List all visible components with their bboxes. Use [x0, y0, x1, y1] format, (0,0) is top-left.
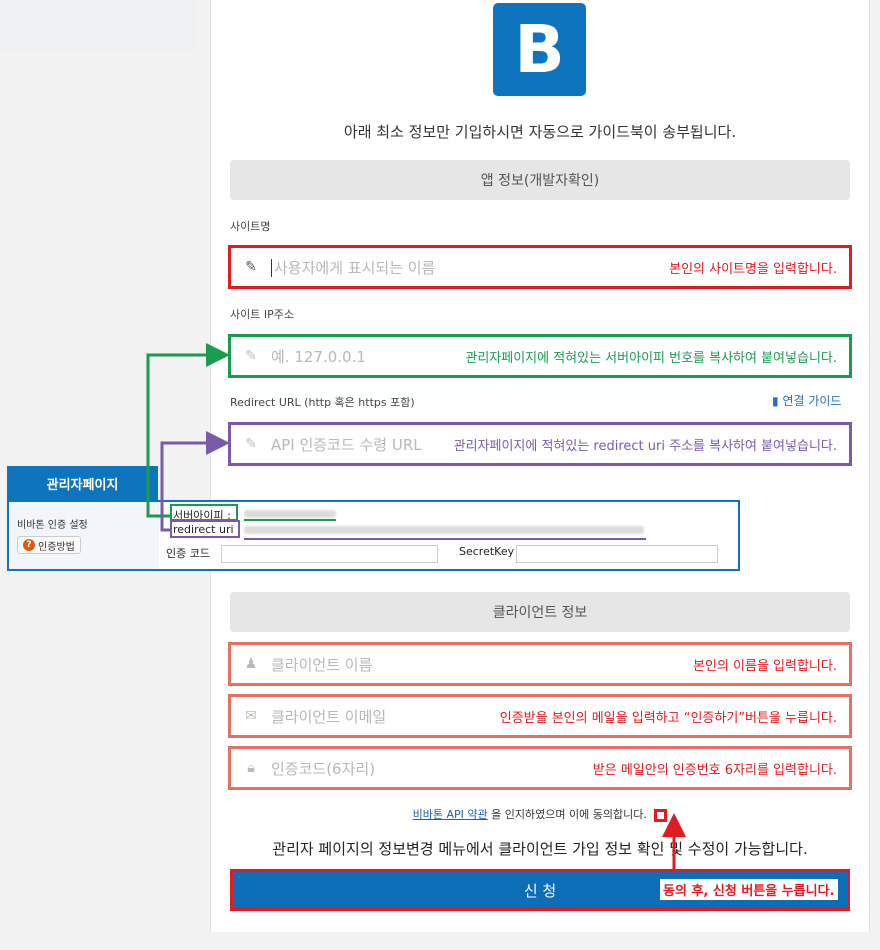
pencil-icon: ✎	[245, 436, 257, 452]
site-name-input[interactable]: ✎ 사용자에게 표시되는 이름 본인의 사이트명을 입력합니다.	[228, 245, 852, 289]
site-ip-annotation: 관리자페이지에 적혀있는 서버아이피 번호를 복사하여 붙여넣습니다.	[465, 350, 837, 366]
server-ip-value-blurred	[244, 510, 336, 518]
bottom-info-text: 관리자 페이지의 정보변경 메뉴에서 클라이언트 가입 정보 확인 및 수정이 …	[272, 840, 808, 858]
client-code-annotation: 받은 메일안의 인증번호 6자리를 입력합니다.	[592, 762, 837, 778]
secret-key-field[interactable]	[516, 545, 718, 563]
admin-sidebar: 비바톤 인증 설정 ? 인증방법	[9, 502, 159, 569]
envelope-icon: ✉	[245, 708, 257, 724]
redirect-url-placeholder: API 인증코드 수령 URL	[271, 435, 422, 454]
client-email-input[interactable]: ✉ 클라이언트 이메일 인증받을 본인의 메일을 입력하고 “인증하기”버튼을 …	[228, 694, 852, 738]
brand-logo: B	[493, 3, 586, 96]
client-name-annotation: 본인의 이름을 입력합니다.	[693, 658, 837, 674]
left-background	[0, 0, 196, 50]
site-name-placeholder: 사용자에게 표시되는 이름	[274, 258, 436, 277]
terms-agreement: 비바톤 API 약관 을 인지하였으며 이에 동의합니다.	[230, 806, 850, 822]
auth-code-label: 인증 코드	[166, 547, 210, 560]
site-ip-label: 사이트 IP주소	[230, 308, 294, 321]
redirect-uri-highlight	[170, 520, 240, 538]
auth-settings-title: 비바톤 인증 설정	[17, 520, 88, 531]
client-email-placeholder: 클라이언트 이메일	[271, 707, 387, 726]
text-caret	[271, 259, 272, 277]
client-code-input[interactable]: 🔒︎ 인증코드(6자리) 받은 메일안의 인증번호 6자리를 입력합니다.	[228, 746, 852, 790]
redirect-url-input[interactable]: ✎ API 인증코드 수령 URL 관리자페이지에 적혀있는 redirect …	[228, 422, 852, 466]
intro-text: 아래 최소 정보만 기입하시면 자동으로 가이드북이 송부됩니다.	[343, 123, 737, 141]
connection-guide-link[interactable]: ▮ 연결 가이드	[772, 392, 841, 409]
auth-method-button[interactable]: ? 인증방법	[17, 536, 81, 554]
connection-guide-text: 연결 가이드	[782, 394, 842, 408]
site-name-label: 사이트명	[230, 220, 271, 233]
pencil-icon: ✎	[245, 348, 257, 364]
client-email-annotation: 인증받을 본인의 메일을 입력하고 “인증하기”버튼을 누릅니다.	[499, 710, 837, 726]
auth-method-label: 인증방법	[38, 541, 75, 553]
auth-code-field[interactable]	[221, 545, 438, 563]
agree-checkbox[interactable]	[654, 808, 668, 822]
pencil-icon: ✎	[245, 259, 257, 275]
submit-label: 신 청	[523, 881, 557, 900]
book-icon: ▮	[772, 394, 779, 408]
redirect-url-annotation: 관리자페이지에 적혀있는 redirect uri 주소를 복사하여 붙여넣습니…	[453, 438, 837, 454]
client-name-placeholder: 클라이언트 이름	[271, 655, 373, 674]
site-ip-placeholder: 예. 127.0.0.1	[271, 347, 366, 366]
redirect-uri-value-blurred	[244, 526, 644, 534]
client-code-placeholder: 인증코드(6자리)	[271, 759, 376, 778]
site-name-annotation: 본인의 사이트명을 입력합니다.	[669, 261, 837, 277]
server-ip-highlight	[170, 504, 238, 521]
site-ip-input[interactable]: ✎ 예. 127.0.0.1 관리자페이지에 적혀있는 서버아이피 번호를 복사…	[228, 334, 852, 378]
submit-annotation: 동의 후, 신청 버튼을 누릅니다.	[660, 879, 838, 900]
secret-key-label: SecretKey	[459, 545, 515, 558]
terms-text: 을 인지하였으며 이에 동의합니다.	[491, 808, 647, 821]
redirect-url-label: Redirect URL (http 혹은 https 포함)	[230, 396, 415, 409]
app-info-section-header: 앱 정보(개발자확인)	[230, 160, 850, 200]
client-info-section-header: 클라이언트 정보	[230, 592, 850, 632]
terms-link[interactable]: 비바톤 API 약관	[413, 808, 488, 821]
user-icon: ♟	[244, 656, 258, 672]
client-name-input[interactable]: ♟ 클라이언트 이름 본인의 이름을 입력합니다.	[228, 642, 852, 686]
question-icon: ?	[23, 539, 35, 551]
admin-page-tab: 관리자페이지	[7, 466, 158, 500]
lock-icon: 🔒︎	[247, 760, 255, 776]
